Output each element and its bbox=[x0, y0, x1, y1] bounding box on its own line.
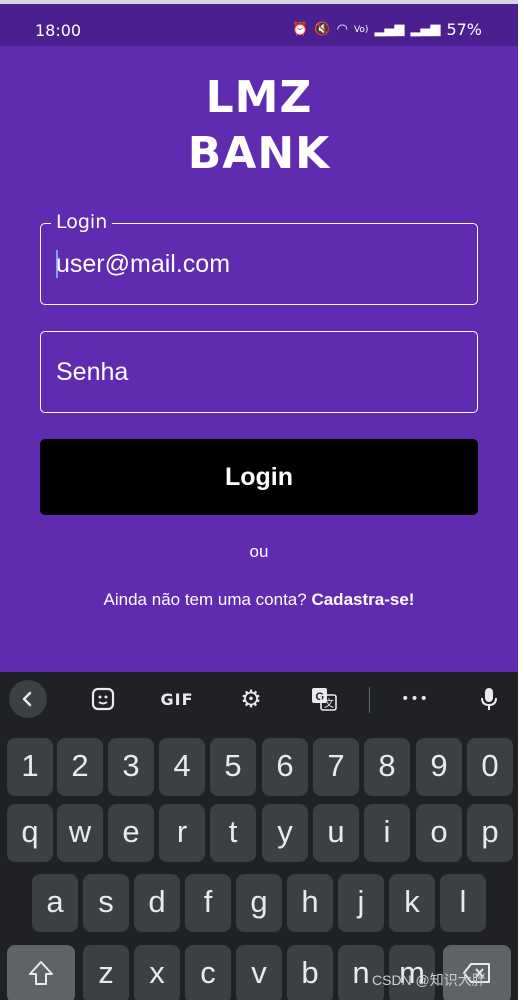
letter-row-top: q w e r t y u i o p bbox=[0, 804, 518, 862]
key-v[interactable]: v bbox=[236, 945, 282, 1000]
signup-prompt: Ainda não tem uma conta? bbox=[103, 590, 307, 609]
key-5[interactable]: 5 bbox=[210, 738, 256, 796]
key-z[interactable]: z bbox=[83, 945, 129, 1000]
key-4[interactable]: 4 bbox=[159, 738, 205, 796]
microphone-button[interactable] bbox=[470, 680, 508, 718]
key-x[interactable]: x bbox=[134, 945, 180, 1000]
key-6[interactable]: 6 bbox=[262, 738, 308, 796]
volte-icon: Vo) bbox=[353, 24, 369, 35]
signup-link[interactable]: Cadastra-se! bbox=[311, 590, 414, 609]
alarm-icon: ⏰ bbox=[292, 21, 309, 37]
keyboard: GIF ⚙ G文 ••• 1 2 3 4 5 6 7 8 9 0 q w e r… bbox=[0, 672, 518, 1000]
key-d[interactable]: d bbox=[134, 874, 180, 932]
translate-button[interactable]: G文 bbox=[305, 680, 343, 718]
gear-icon: ⚙ bbox=[240, 685, 262, 713]
microphone-icon bbox=[481, 688, 497, 710]
or-divider-text: ou bbox=[249, 542, 269, 561]
signup-line: Ainda não tem uma conta? Cadastra-se! bbox=[0, 590, 518, 610]
logo-line-1: LMZ bbox=[205, 72, 313, 123]
key-t[interactable]: t bbox=[210, 804, 256, 862]
key-l[interactable]: l bbox=[440, 874, 486, 932]
key-g[interactable]: g bbox=[236, 874, 282, 932]
keyboard-toolbar: GIF ⚙ G文 ••• bbox=[0, 672, 518, 728]
status-time: 18:00 bbox=[35, 21, 82, 40]
shift-icon bbox=[29, 961, 53, 985]
svg-text:G: G bbox=[316, 691, 325, 703]
login-field[interactable]: Login user@mail.com bbox=[40, 210, 478, 305]
login-button[interactable]: Login bbox=[40, 439, 478, 515]
key-o[interactable]: o bbox=[416, 804, 462, 862]
key-b[interactable]: b bbox=[287, 945, 333, 1000]
key-w[interactable]: w bbox=[57, 804, 103, 862]
svg-text:文: 文 bbox=[324, 697, 334, 710]
sticker-icon bbox=[91, 687, 115, 711]
login-field-label: Login bbox=[51, 210, 113, 234]
settings-button[interactable]: ⚙ bbox=[232, 680, 270, 718]
phone-screen: 18:00 ⏰ 🔇 ◠ Vo) ▂▄▆ ▂▄▆ 57% LMZ BANK Log… bbox=[0, 0, 518, 1000]
key-j[interactable]: j bbox=[338, 874, 384, 932]
password-placeholder: Senha bbox=[56, 358, 129, 386]
key-k[interactable]: k bbox=[389, 874, 435, 932]
key-a[interactable]: a bbox=[32, 874, 78, 932]
key-f[interactable]: f bbox=[185, 874, 231, 932]
key-u[interactable]: u bbox=[313, 804, 359, 862]
key-7[interactable]: 7 bbox=[313, 738, 359, 796]
key-9[interactable]: 9 bbox=[416, 738, 462, 796]
wifi-icon: ◠ bbox=[336, 21, 348, 37]
status-icons: ⏰ 🔇 ◠ Vo) ▂▄▆ ▂▄▆ 57% bbox=[292, 20, 482, 39]
login-field-value: user@mail.com bbox=[56, 250, 231, 278]
number-row: 1 2 3 4 5 6 7 8 9 0 bbox=[0, 738, 518, 796]
chevron-left-icon bbox=[22, 691, 32, 707]
key-y[interactable]: y bbox=[262, 804, 308, 862]
watermark: CSDN @知识大胖 bbox=[372, 972, 486, 988]
letter-row-middle: a s d f g h j k l bbox=[0, 874, 518, 932]
key-e[interactable]: e bbox=[108, 804, 154, 862]
key-s[interactable]: s bbox=[83, 874, 129, 932]
signal-icon: ▂▄▆ bbox=[374, 21, 405, 37]
signal-icon-2: ▂▄▆ bbox=[410, 21, 441, 37]
gif-button[interactable]: GIF bbox=[155, 680, 199, 718]
sticker-button[interactable] bbox=[84, 680, 122, 718]
key-2[interactable]: 2 bbox=[57, 738, 103, 796]
key-p[interactable]: p bbox=[467, 804, 513, 862]
key-r[interactable]: r bbox=[159, 804, 205, 862]
shift-key[interactable] bbox=[7, 945, 75, 1000]
password-field[interactable]: Senha bbox=[40, 331, 478, 413]
key-h[interactable]: h bbox=[287, 874, 333, 932]
keyboard-back-button[interactable] bbox=[9, 680, 47, 718]
key-c[interactable]: c bbox=[185, 945, 231, 1000]
app-screen: LMZ BANK Login user@mail.com Senha Login… bbox=[0, 46, 518, 672]
key-1[interactable]: 1 bbox=[7, 738, 53, 796]
key-i[interactable]: i bbox=[364, 804, 410, 862]
bank-logo: LMZ BANK bbox=[0, 70, 518, 182]
key-3[interactable]: 3 bbox=[108, 738, 154, 796]
translate-icon: G文 bbox=[312, 688, 337, 711]
battery-level: 57% bbox=[446, 20, 482, 39]
mute-icon: 🔇 bbox=[314, 21, 331, 37]
toolbar-divider bbox=[369, 687, 370, 713]
key-8[interactable]: 8 bbox=[364, 738, 410, 796]
key-0[interactable]: 0 bbox=[467, 738, 513, 796]
logo-line-2: BANK bbox=[187, 128, 331, 179]
more-button[interactable]: ••• bbox=[396, 680, 434, 718]
status-bar: 18:00 ⏰ 🔇 ◠ Vo) ▂▄▆ ▂▄▆ 57% bbox=[0, 0, 518, 46]
key-q[interactable]: q bbox=[7, 804, 53, 862]
